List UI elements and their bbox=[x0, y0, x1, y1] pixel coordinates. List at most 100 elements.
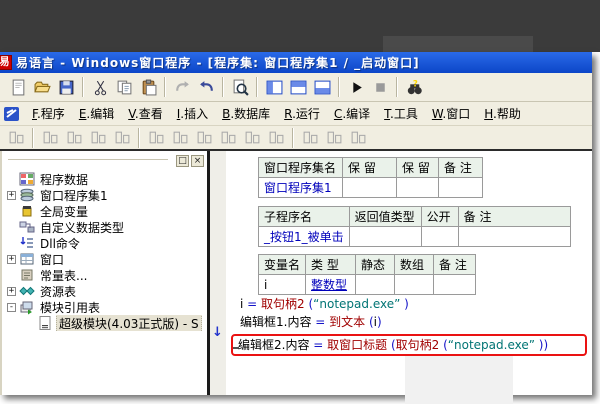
tree-item[interactable]: + 资源表 bbox=[6, 283, 207, 299]
tree-expander[interactable]: - bbox=[6, 302, 17, 312]
tree-close-button[interactable]: × bbox=[191, 154, 204, 167]
align-generic-icon[interactable] bbox=[4, 127, 28, 149]
table-cell[interactable] bbox=[438, 177, 483, 198]
code-token: 取窗口标题 bbox=[327, 338, 388, 352]
cut-icon[interactable] bbox=[88, 76, 112, 98]
layout-top-icon[interactable] bbox=[286, 76, 310, 98]
code-token: 编辑框1.内容 bbox=[240, 315, 312, 329]
project-tree-panel: □ × 程序数据 + 窗口程序集1 全局变量 自定义数据类型 Dll命令 + 窗口 常量表...… bbox=[0, 151, 207, 395]
table-cell[interactable]: _按钮1_被单击 bbox=[258, 226, 350, 247]
editor-table: 窗口程序集名保 留保 留备 注窗口程序集1 bbox=[258, 157, 483, 198]
toolbar-separator bbox=[396, 77, 398, 97]
table-header-cell: 子程序名 bbox=[258, 206, 350, 227]
table-header-cell: 保 留 bbox=[396, 157, 439, 178]
tree-item[interactable]: 全局变量 bbox=[6, 203, 207, 219]
const-table-icon bbox=[19, 267, 35, 283]
align-generic-icon[interactable] bbox=[346, 127, 370, 149]
table-cell[interactable] bbox=[355, 274, 396, 295]
code-line-highlighted[interactable]: 编辑框2.内容 = 取窗口标题 (取句柄2 (“notepad.exe” )) bbox=[231, 334, 587, 356]
align-generic-icon[interactable] bbox=[298, 127, 322, 149]
toolbar-separator bbox=[292, 127, 294, 148]
align-generic-icon[interactable] bbox=[168, 127, 192, 149]
run-icon[interactable] bbox=[344, 76, 368, 98]
open-folder-icon[interactable] bbox=[30, 76, 54, 98]
align-generic-icon[interactable] bbox=[192, 127, 216, 149]
bottom-gray-artifact bbox=[405, 356, 513, 404]
align-generic-icon[interactable] bbox=[86, 127, 110, 149]
table-cell[interactable] bbox=[348, 226, 422, 247]
layout-bottom-icon[interactable] bbox=[310, 76, 334, 98]
tree-item[interactable]: 程序数据 bbox=[6, 171, 207, 187]
tree-item[interactable]: + 窗口程序集1 bbox=[6, 187, 207, 203]
code-block: i = 取句柄2 (“notepad.exe” ) 编辑框1.内容 = 到文本 (… bbox=[231, 295, 587, 356]
current-line-arrow-icon: ↓ bbox=[212, 325, 223, 340]
align-generic-icon[interactable] bbox=[240, 127, 264, 149]
tree-item[interactable]: - 模块引用表 bbox=[6, 299, 207, 315]
align-generic-icon[interactable] bbox=[62, 127, 86, 149]
tree-float-button[interactable]: □ bbox=[176, 154, 189, 167]
stop-icon[interactable] bbox=[368, 76, 392, 98]
code-token: 到文本 bbox=[329, 315, 366, 329]
copy-icon[interactable] bbox=[112, 76, 136, 98]
layout-left-icon[interactable] bbox=[262, 76, 286, 98]
window-icon bbox=[19, 251, 35, 267]
tree-expander[interactable]: + bbox=[6, 254, 17, 264]
menu-r[interactable]: R.运行 bbox=[277, 103, 327, 124]
table-cell[interactable] bbox=[342, 177, 397, 198]
align-toolbar bbox=[0, 126, 592, 151]
global-var-icon bbox=[19, 203, 35, 219]
code-line[interactable]: i = 取句柄2 (“notepad.exe” ) bbox=[240, 295, 587, 313]
new-file-icon[interactable] bbox=[6, 76, 30, 98]
menu-c[interactable]: C.编译 bbox=[327, 103, 377, 124]
tree-expander[interactable]: + bbox=[6, 190, 17, 200]
menu-f[interactable]: F.程序 bbox=[25, 103, 72, 124]
table-cell[interactable] bbox=[433, 274, 477, 295]
redo-disabled-icon[interactable] bbox=[170, 76, 194, 98]
save-icon[interactable] bbox=[54, 76, 78, 98]
tree-panel-grip[interactable] bbox=[8, 159, 168, 162]
table-header-cell: 类 型 bbox=[305, 254, 357, 275]
window-title: 易语言 - Windows窗口程序 - [程序集: 窗口程序集1 / _启动窗口… bbox=[16, 56, 420, 70]
menu-v[interactable]: V.查看 bbox=[121, 103, 170, 124]
title-bar: 易 易语言 - Windows窗口程序 - [程序集: 窗口程序集1 / _启动… bbox=[0, 52, 592, 73]
table-cell[interactable]: 窗口程序集1 bbox=[258, 177, 343, 198]
menu-e[interactable]: E.编辑 bbox=[72, 103, 121, 124]
align-generic-icon[interactable] bbox=[110, 127, 134, 149]
align-generic-icon[interactable] bbox=[38, 127, 62, 149]
table-cell[interactable]: i bbox=[257, 274, 307, 295]
tree-item[interactable]: 常量表... bbox=[6, 267, 207, 283]
code-token: “notepad.exe” bbox=[313, 297, 401, 311]
align-generic-icon[interactable] bbox=[322, 127, 346, 149]
tree-item[interactable]: + 窗口 bbox=[6, 251, 207, 267]
menu-h[interactable]: H.帮助 bbox=[477, 103, 528, 124]
tree-item-label: 超级模块(4.03正式版) - S bbox=[56, 315, 202, 331]
table-cell[interactable] bbox=[457, 226, 571, 247]
resource-table-icon bbox=[19, 283, 35, 299]
table-cell[interactable] bbox=[420, 226, 459, 247]
tree-item[interactable]: 自定义数据类型 bbox=[6, 219, 207, 235]
align-generic-icon[interactable] bbox=[144, 127, 168, 149]
table-cell[interactable]: 整数型 bbox=[305, 274, 357, 295]
menu-t[interactable]: T.工具 bbox=[377, 103, 425, 124]
tree-item-label: 全局变量 bbox=[40, 204, 89, 219]
code-line[interactable]: 编辑框1.内容 = 到文本 (i) bbox=[240, 313, 587, 331]
paste-icon[interactable] bbox=[136, 76, 160, 98]
toolbar-separator bbox=[82, 77, 84, 97]
align-generic-icon[interactable] bbox=[264, 127, 288, 149]
tree-item-label: Dll命令 bbox=[40, 236, 80, 251]
undo-icon[interactable] bbox=[194, 76, 218, 98]
menu-w[interactable]: W.窗口 bbox=[425, 103, 477, 124]
code-token: ( bbox=[365, 315, 374, 329]
menu-b[interactable]: B.数据库 bbox=[215, 103, 277, 124]
table-cell[interactable] bbox=[396, 177, 439, 198]
tree-item[interactable]: 超级模块(4.03正式版) - S bbox=[24, 315, 207, 331]
tree-item-label: 程序数据 bbox=[40, 172, 89, 187]
align-generic-icon[interactable] bbox=[216, 127, 240, 149]
tree-expander[interactable]: + bbox=[6, 286, 17, 296]
table-header-cell: 数组 bbox=[394, 254, 435, 275]
table-cell[interactable] bbox=[394, 274, 435, 295]
menu-i[interactable]: I.插入 bbox=[170, 103, 215, 124]
zoom-search-icon[interactable] bbox=[228, 76, 252, 98]
tree-item[interactable]: Dll命令 bbox=[6, 235, 207, 251]
find-binoculars-icon[interactable]: ? bbox=[402, 76, 426, 98]
